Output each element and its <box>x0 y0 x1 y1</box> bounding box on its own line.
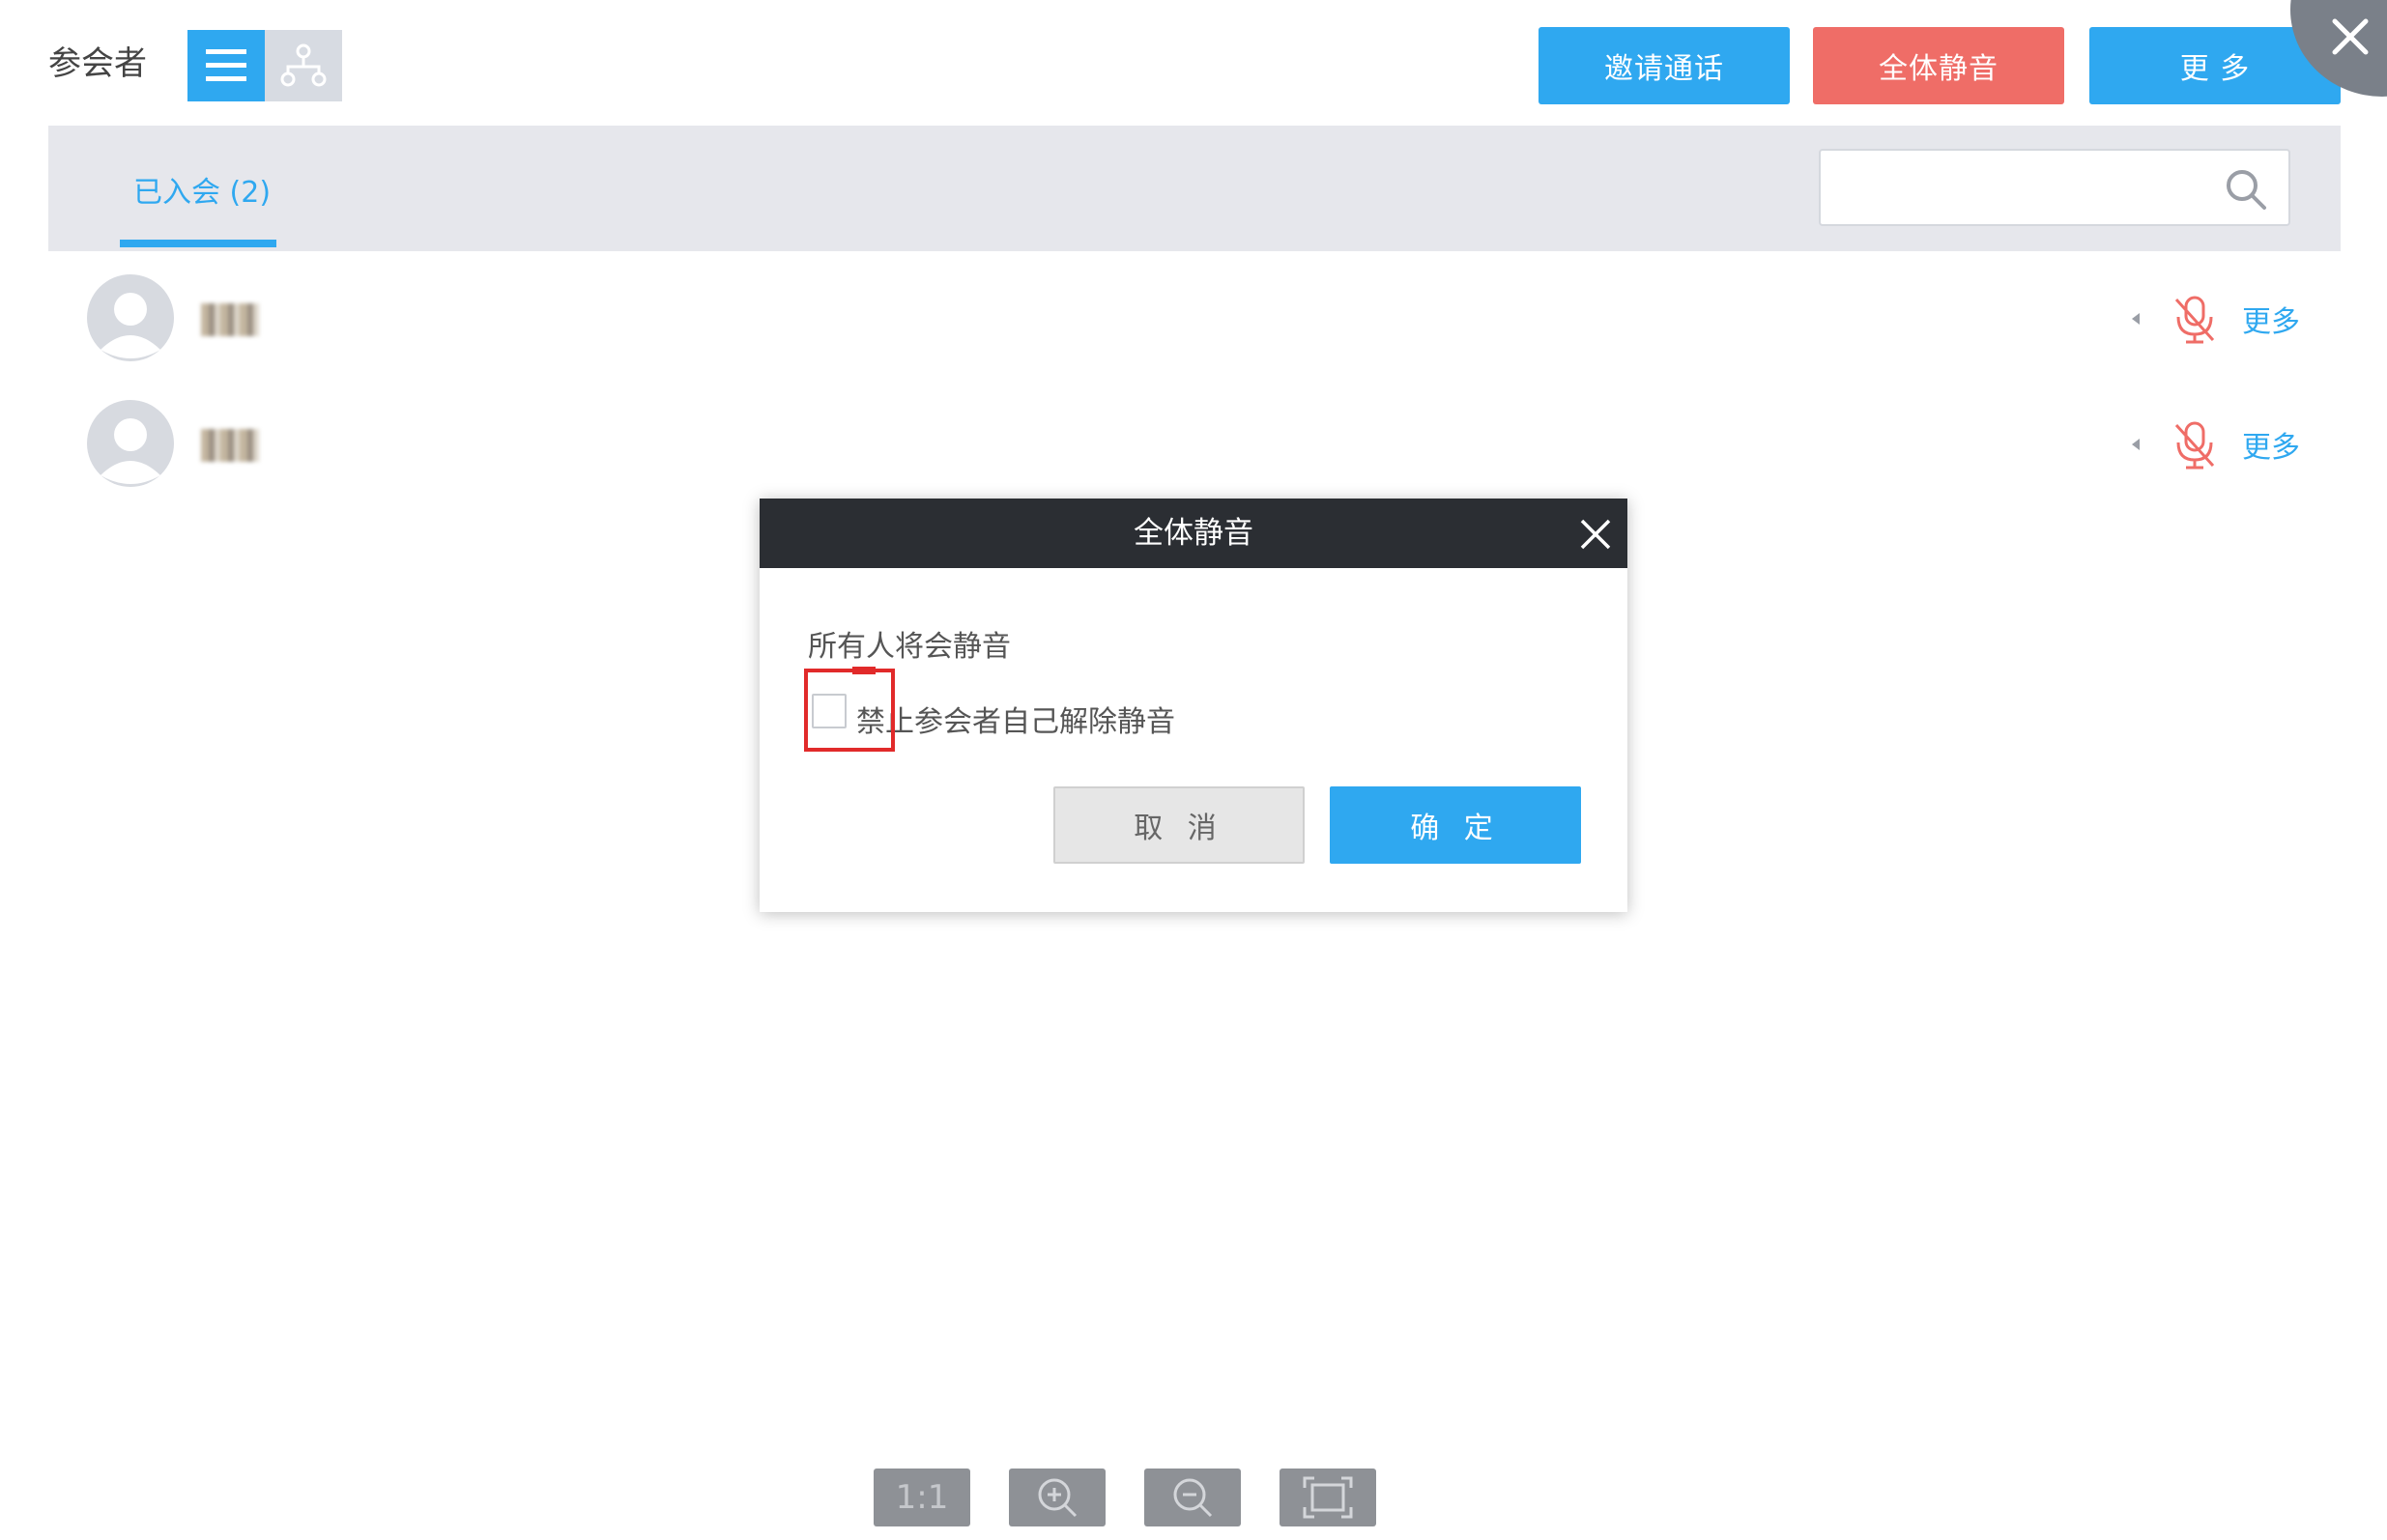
tree-view-button[interactable] <box>265 30 342 101</box>
mic-muted-icon[interactable] <box>2171 419 2219 471</box>
zoom-in-button[interactable] <box>1009 1469 1106 1526</box>
actual-size-button[interactable]: 1:1 <box>874 1469 970 1526</box>
caret-left-icon[interactable] <box>2128 435 2143 454</box>
dialog-title: 全体静音 <box>1134 516 1253 551</box>
zoom-in-icon <box>1038 1478 1078 1518</box>
mute-all-button[interactable]: 全体静音 <box>1813 27 2064 104</box>
search-input[interactable] <box>1830 160 2217 216</box>
actual-size-label: 1:1 <box>895 1478 949 1517</box>
caret-left-icon[interactable] <box>2128 309 2143 328</box>
list-view-button[interactable] <box>187 30 265 101</box>
mute-all-dialog: 全体静音 所有人将会静音 禁止参会者自己解除静音 取 消 确 定 <box>760 499 1627 912</box>
dialog-header: 全体静音 <box>760 499 1627 568</box>
avatar <box>87 400 174 487</box>
participant-name: ** <box>201 303 259 336</box>
highlight-annotation <box>804 669 895 752</box>
mic-muted-icon[interactable] <box>2171 294 2219 346</box>
panel-title: 参会者 <box>48 44 147 83</box>
zoom-out-button[interactable] <box>1144 1469 1241 1526</box>
dialog-message: 所有人将会静音 <box>808 630 1011 664</box>
avatar <box>87 274 174 361</box>
fit-screen-button[interactable] <box>1280 1469 1376 1526</box>
highlight-annotation-mark <box>852 667 876 674</box>
participant-more-link[interactable]: 更多 <box>2242 298 2300 340</box>
tab-joined[interactable]: 已入会 (2) <box>133 168 271 211</box>
list-icon <box>206 49 246 81</box>
org-tree-icon <box>280 43 327 87</box>
participant-row: ** 更多 <box>48 390 2341 497</box>
participant-more-link[interactable]: 更多 <box>2242 423 2300 466</box>
active-tab-indicator <box>120 240 276 247</box>
invite-call-button[interactable]: 邀请通话 <box>1539 27 1790 104</box>
participants-panel: 参会者 邀请通话 全体静音 更 多 已入会 (2) 更多 更多 全体静音 所有人… <box>0 0 2387 1540</box>
search-icon[interactable] <box>2223 166 2269 213</box>
confirm-button[interactable]: 确 定 <box>1330 786 1581 864</box>
zoom-out-icon <box>1173 1478 1213 1518</box>
participant-row: ** 更多 <box>48 265 2341 371</box>
dialog-close-icon[interactable] <box>1579 518 1612 551</box>
close-icon <box>2332 18 2369 55</box>
view-toggle <box>187 30 342 101</box>
cancel-button[interactable]: 取 消 <box>1053 786 1305 864</box>
search-box <box>1819 149 2290 226</box>
participant-name: ** <box>201 429 259 462</box>
fit-screen-icon <box>1303 1476 1353 1519</box>
tab-bar: 已入会 (2) <box>48 126 2341 251</box>
prevent-unmute-label[interactable]: 禁止参会者自己解除静音 <box>856 698 1175 740</box>
